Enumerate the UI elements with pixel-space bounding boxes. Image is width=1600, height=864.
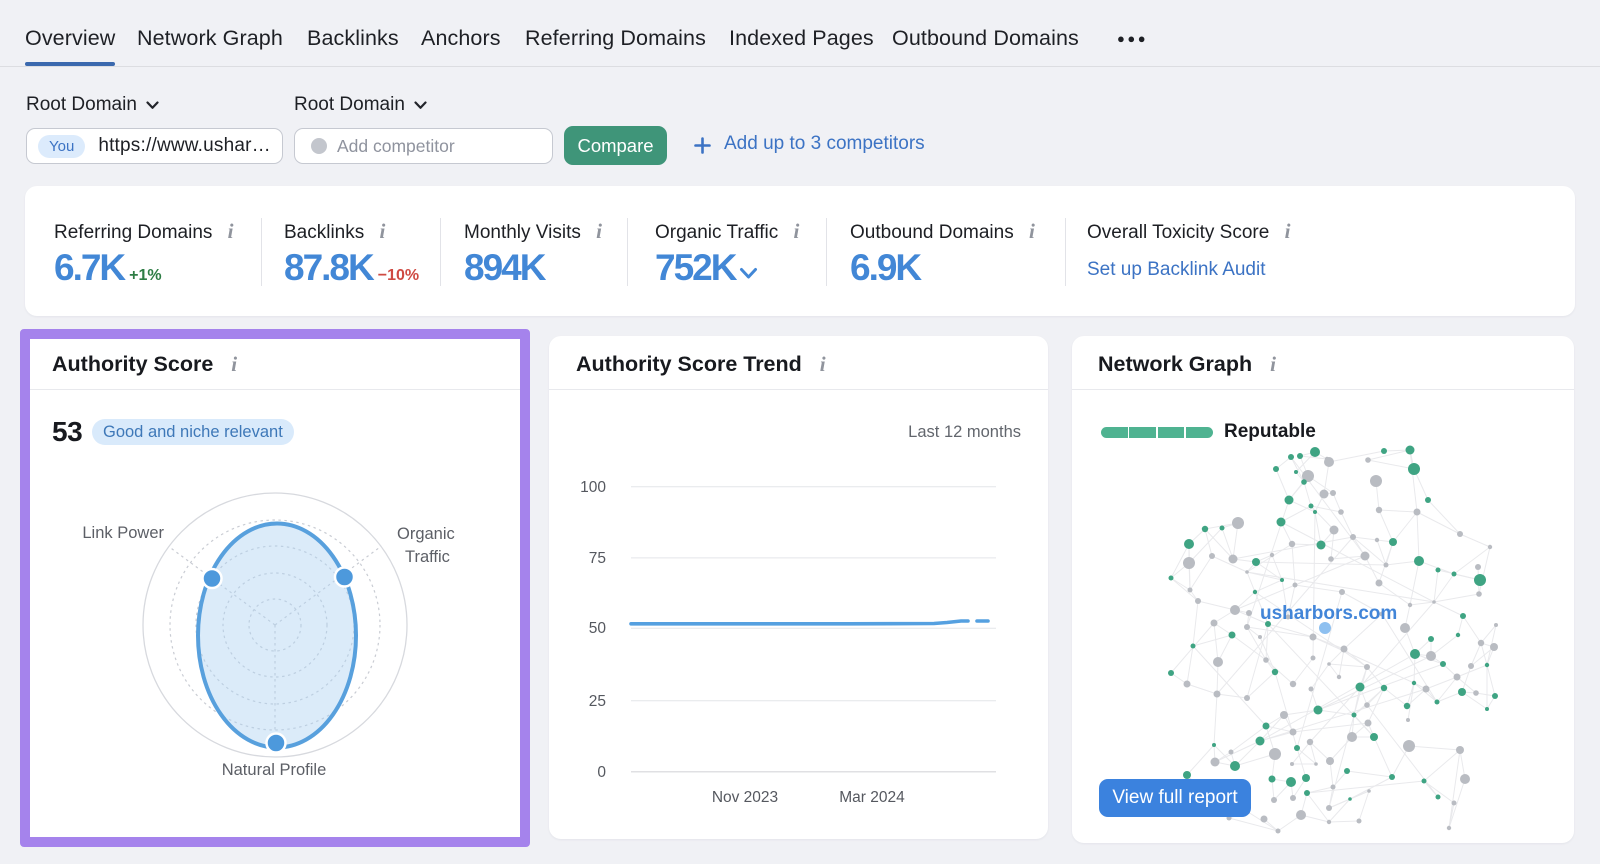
svg-text:Natural Profile: Natural Profile	[222, 761, 327, 779]
svg-text:100: 100	[580, 479, 606, 496]
svg-text:50: 50	[589, 620, 607, 637]
svg-text:Last 12 months: Last 12 months	[908, 423, 1021, 441]
svg-text:Mar 2024: Mar 2024	[839, 789, 905, 806]
svg-text:0: 0	[597, 764, 606, 781]
svg-text:Traffic: Traffic	[405, 548, 450, 566]
svg-text:Organic: Organic	[397, 525, 455, 543]
svg-text:Link Power: Link Power	[82, 524, 164, 542]
svg-text:25: 25	[589, 693, 606, 710]
svg-text:Nov 2023: Nov 2023	[712, 789, 778, 806]
svg-text:75: 75	[589, 550, 606, 567]
